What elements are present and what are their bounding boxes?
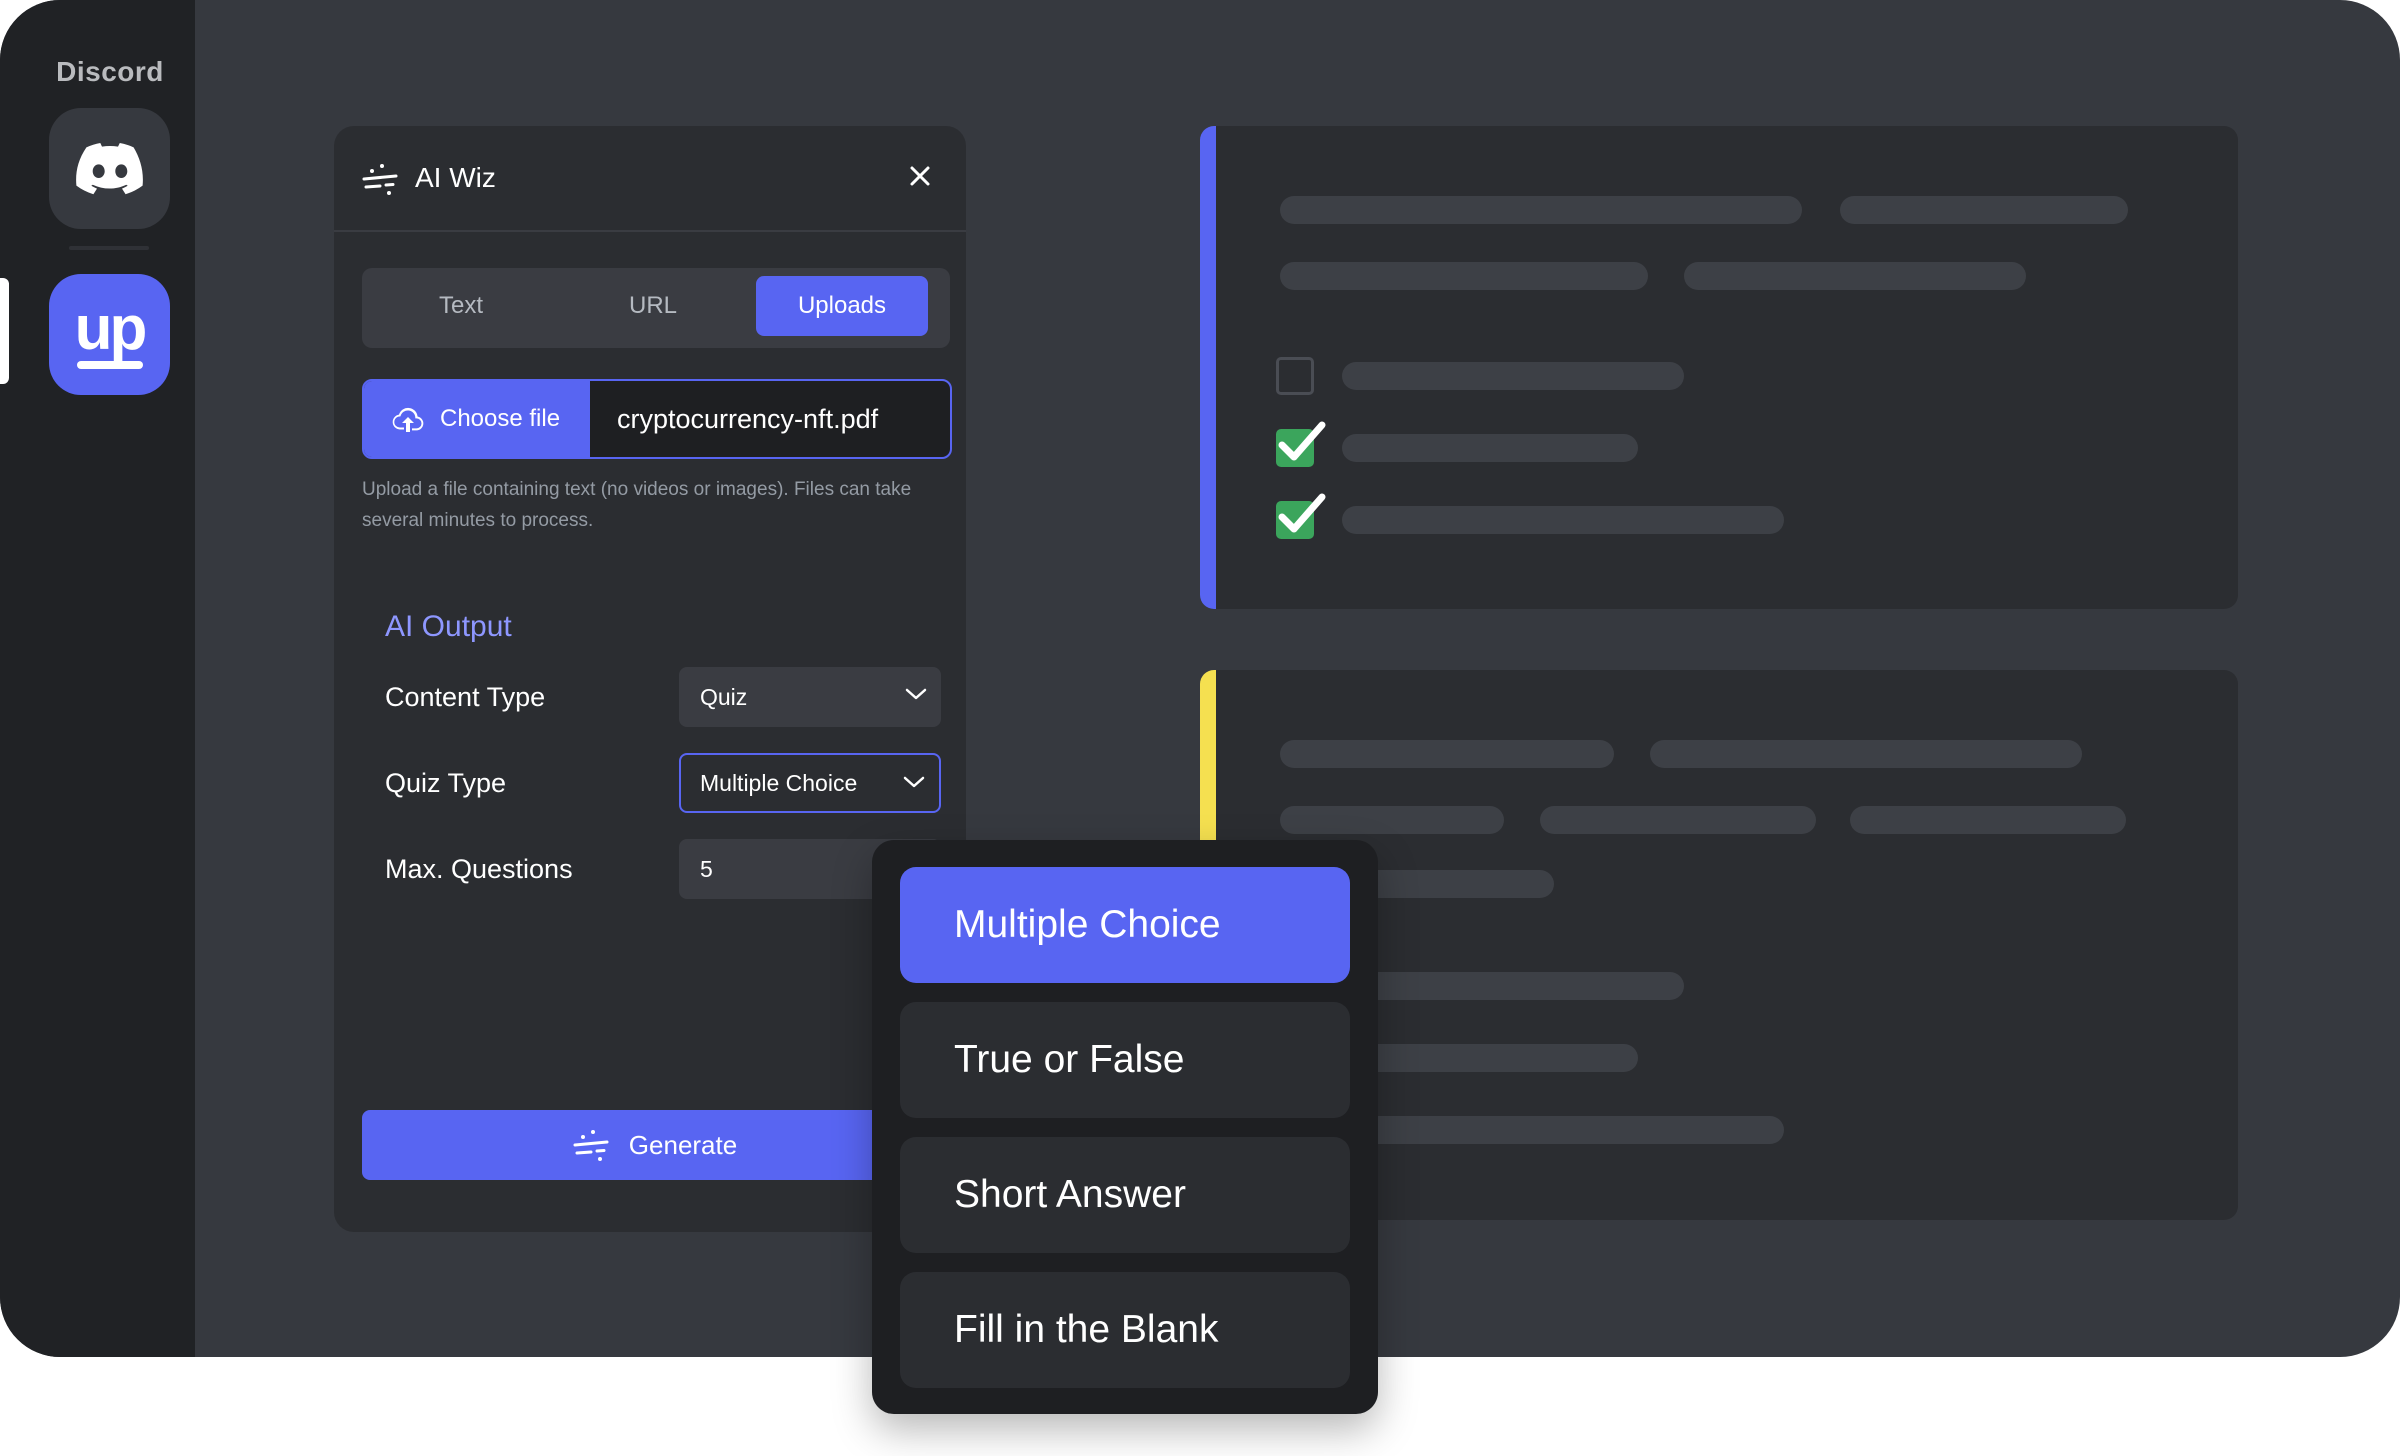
file-upload-field: Choose file cryptocurrency-nft.pdf <box>362 379 952 459</box>
chevron-down-icon <box>905 688 927 700</box>
content-type-value: Quiz <box>700 683 748 710</box>
quiz-type-value: Multiple Choice <box>700 769 858 796</box>
option-multiple-choice[interactable]: Multiple Choice <box>900 867 1350 983</box>
rail-title: Discord <box>56 56 164 87</box>
checkmark-icon <box>1278 421 1326 461</box>
card-accent-bar <box>1200 126 1216 609</box>
up-logo-icon: up <box>74 293 148 363</box>
server-rail: Discord up <box>0 0 195 1357</box>
close-icon[interactable] <box>908 164 932 188</box>
selected-server-indicator <box>0 278 9 384</box>
server-up[interactable]: up <box>49 274 170 395</box>
up-logo-underline <box>77 361 143 369</box>
placeholder-line <box>1840 196 2128 224</box>
selected-file-name: cryptocurrency-nft.pdf <box>617 403 879 434</box>
placeholder-line <box>1684 262 2026 290</box>
max-questions-value: 5 <box>700 855 713 882</box>
placeholder-line <box>1650 740 2082 768</box>
placeholder-line <box>1280 196 1802 224</box>
content-type-label: Content Type <box>385 682 546 712</box>
max-questions-label: Max. Questions <box>385 854 573 884</box>
quiz-type-select[interactable]: Multiple Choice <box>679 753 941 813</box>
placeholder-line <box>1540 806 1816 834</box>
tab-uploads[interactable]: Uploads <box>756 276 928 336</box>
checkmark-icon <box>1278 493 1326 533</box>
tab-url[interactable]: URL <box>562 276 744 336</box>
placeholder-line <box>1280 806 1504 834</box>
placeholder-line <box>1342 506 1784 534</box>
option-true-or-false[interactable]: True or False <box>900 1002 1350 1118</box>
placeholder-line <box>1342 972 1684 1000</box>
placeholder-line <box>1342 362 1684 390</box>
placeholder-line <box>1280 262 1648 290</box>
option-short-answer[interactable]: Short Answer <box>900 1137 1350 1253</box>
placeholder-line <box>1280 740 1614 768</box>
choose-file-button[interactable]: Choose file <box>364 381 590 457</box>
quiz-type-dropdown: Multiple Choice True or False Short Answ… <box>872 840 1378 1414</box>
choose-file-label: Choose file <box>440 405 561 432</box>
generate-label: Generate <box>628 1129 738 1160</box>
placeholder-line <box>1342 1116 1784 1144</box>
ai-output-heading: AI Output <box>385 610 512 643</box>
tab-text[interactable]: Text <box>370 276 552 336</box>
rail-separator <box>69 246 149 250</box>
answer-checkbox-checked[interactable] <box>1276 421 1326 467</box>
preview-card-quiz <box>1200 126 2238 609</box>
discord-icon <box>75 142 143 194</box>
input-mode-tabs: Text URL Uploads <box>362 268 950 348</box>
panel-title: AI Wiz <box>415 162 496 193</box>
quiz-type-label: Quiz Type <box>385 768 507 798</box>
generate-button[interactable]: Generate <box>362 1110 948 1180</box>
option-fill-in-the-blank[interactable]: Fill in the Blank <box>900 1272 1350 1388</box>
placeholder-line <box>1342 434 1638 462</box>
placeholder-line <box>1342 1044 1638 1072</box>
magic-wand-icon <box>362 164 398 195</box>
server-discord[interactable] <box>49 108 170 229</box>
panel-header: AI Wiz <box>334 126 966 232</box>
content-type-select[interactable]: Quiz <box>679 667 941 727</box>
magic-wand-icon <box>573 1129 609 1161</box>
cloud-upload-icon <box>392 406 424 432</box>
upload-help-text: Upload a file containing text (no videos… <box>362 479 912 531</box>
placeholder-line <box>1850 806 2126 834</box>
answer-checkbox-checked[interactable] <box>1276 493 1326 539</box>
chevron-down-icon <box>903 776 925 788</box>
answer-checkbox[interactable] <box>1276 357 1314 395</box>
